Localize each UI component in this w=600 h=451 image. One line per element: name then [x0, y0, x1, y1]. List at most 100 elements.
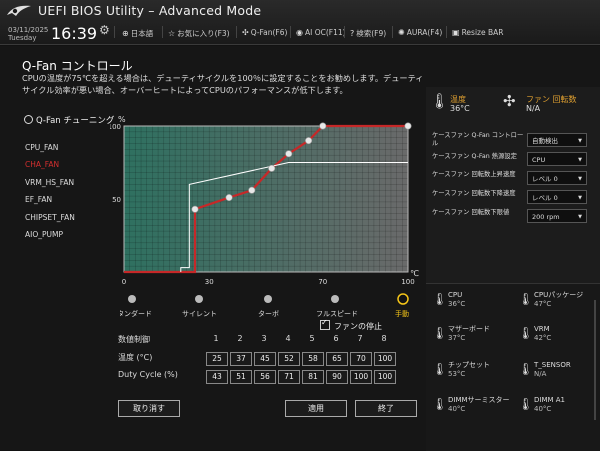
preset-standard-knob[interactable]: [128, 295, 136, 303]
thermometer-icon: 🌡︎: [518, 397, 534, 411]
fan-item-ef[interactable]: EF_FAN: [25, 194, 75, 211]
duty-input-6[interactable]: 90: [326, 370, 348, 384]
fan-icon: ✣: [503, 92, 516, 110]
page-description: CPUの温度が75℃を超える場合は、デューティサイクルを100％に設定することを…: [22, 73, 424, 95]
toolbar-favorites[interactable]: ☆ お気に入り(F3): [168, 28, 230, 39]
toolbar-resize-bar[interactable]: ▣ Resize BAR: [452, 28, 503, 37]
chevron-down-icon: ▼: [578, 157, 582, 163]
curve-control-point[interactable]: [319, 122, 327, 130]
setting-label-heat-source: ケースファン Q-Fan 熱源設定: [432, 153, 517, 160]
duty-input-7[interactable]: 100: [350, 370, 372, 384]
fan-item-chipset[interactable]: CHIPSET_FAN: [25, 212, 75, 229]
duty-input-4[interactable]: 71: [278, 370, 300, 384]
fan-item-cha[interactable]: CHA_FAN: [25, 159, 75, 176]
duty-input-8[interactable]: 100: [374, 370, 396, 384]
toolbar-search[interactable]: ? 検索(F9): [350, 28, 386, 39]
step-down-select[interactable]: レベル 0 ▼: [527, 190, 587, 204]
temp-input-8[interactable]: 100: [374, 352, 396, 366]
toolbar-divider: [446, 26, 447, 38]
temp-input-5[interactable]: 58: [302, 352, 324, 366]
apply-button[interactable]: 適用: [285, 400, 347, 417]
toolbar-aura[interactable]: ✺ AURA(F4): [398, 28, 442, 37]
curve-control-point[interactable]: [225, 194, 233, 202]
index-7: 7: [357, 334, 363, 343]
toolbar-language[interactable]: ⊕ 日本語: [122, 28, 153, 39]
setting-label-step-down: ケースファン 回転数下降速度: [432, 190, 516, 197]
toolbar-qfan[interactable]: ✣ Q-Fan(F6): [242, 28, 287, 37]
chart-x-tick-label: 30: [205, 278, 214, 286]
curve-control-point[interactable]: [404, 122, 412, 130]
preset-label-silent: サイレント: [182, 310, 217, 318]
preset-full-speed-knob[interactable]: [331, 295, 339, 303]
hw-value-cpu-package: 47°C: [534, 300, 552, 308]
curve-control-point[interactable]: [248, 186, 256, 194]
toolbar-qfan-label: Q-Fan(F6): [250, 28, 288, 37]
gear-icon[interactable]: ⚙: [99, 23, 110, 37]
curve-control-point[interactable]: [305, 137, 313, 145]
star-icon: ☆: [168, 29, 176, 38]
chevron-down-icon: ▼: [578, 138, 582, 144]
chart-y-tick-label: 100: [110, 123, 121, 131]
duty-input-3[interactable]: 56: [254, 370, 276, 384]
heat-source-select[interactable]: CPU ▼: [527, 152, 587, 166]
index-4: 4: [285, 334, 291, 343]
app-title: UEFI BIOS Utility – Advanced Mode: [38, 3, 262, 18]
setting-label-speed-low-limit: ケースファン 回転数下限値: [432, 209, 510, 216]
toolbar-resize-bar-label: Resize BAR: [461, 28, 504, 37]
duty-input-1[interactable]: 43: [206, 370, 228, 384]
step-up-select[interactable]: レベル 0 ▼: [527, 171, 587, 185]
time-display: 16:39: [51, 24, 98, 43]
stop-fan-checkbox[interactable]: ファンの停止: [320, 318, 382, 332]
exit-button[interactable]: 終了: [355, 400, 417, 417]
curve-control-point[interactable]: [268, 164, 276, 172]
hw-value-cpu: 36°C: [448, 300, 466, 308]
globe-icon: ⊕: [122, 29, 129, 38]
toolbar-divider: [344, 26, 345, 38]
temp-input-1[interactable]: 25: [206, 352, 228, 366]
toolbar-ai-oc[interactable]: ◉ AI OC(F11): [296, 28, 346, 37]
temp-input-4[interactable]: 52: [278, 352, 300, 366]
duty-input-2[interactable]: 51: [230, 370, 252, 384]
qfan-tuning-link[interactable]: Q-Fan チューニング: [24, 114, 114, 126]
fan-item-cpu[interactable]: CPU_FAN: [25, 142, 75, 159]
cancel-button[interactable]: 取り消す: [118, 400, 180, 417]
temperature-row-label: 温度 (°C): [118, 353, 153, 362]
chart-x-tick-label: 70: [318, 278, 327, 286]
fan-icon: ✣: [242, 28, 249, 37]
preset-turbo-knob[interactable]: [264, 295, 272, 303]
fan-item-vrm-hs[interactable]: VRM_HS_FAN: [25, 177, 75, 194]
setting-label-step-up: ケースファン 回転数上昇速度: [432, 171, 516, 178]
fan-settings-panel: [426, 87, 600, 283]
hw-label-cpu: CPU: [448, 291, 463, 299]
chart-x-unit: ℃: [410, 269, 419, 278]
duty-input-5[interactable]: 81: [302, 370, 324, 384]
temp-input-6[interactable]: 65: [326, 352, 348, 366]
thermometer-icon: 🌡︎: [432, 362, 448, 376]
qfan-control-select[interactable]: 自動検出 ▼: [527, 133, 587, 147]
toolbar-aura-label: AURA(F4): [406, 28, 443, 37]
toolbar-divider: [236, 26, 237, 38]
thermometer-icon: 🌡︎: [430, 92, 450, 110]
thermometer-icon: 🌡︎: [518, 292, 534, 306]
index-5: 5: [309, 334, 315, 343]
temp-input-2[interactable]: 37: [230, 352, 252, 366]
preset-manual-knob[interactable]: [397, 293, 409, 305]
preset-slider[interactable]: スタンダード サイレント ターボ フルスピード 手動: [120, 290, 420, 322]
duty-row-label: Duty Cycle (%): [118, 370, 178, 379]
hw-label-motherboard: マザーボード: [448, 325, 490, 333]
speed-low-limit-value: 200 rpm: [532, 213, 560, 221]
hw-value-dimm-thermistor: 40°C: [448, 405, 466, 413]
preset-silent-knob[interactable]: [195, 295, 203, 303]
thermometer-icon: 🌡︎: [518, 362, 534, 376]
chart-y-tick-label: 50: [112, 196, 121, 204]
ai-oc-icon: ◉: [296, 28, 303, 37]
curve-control-point[interactable]: [285, 150, 293, 158]
stop-fan-label: ファンの停止: [334, 322, 382, 331]
speed-low-limit-select[interactable]: 200 rpm ▼: [527, 209, 587, 223]
temp-input-7[interactable]: 70: [350, 352, 372, 366]
hardware-scrollbar[interactable]: [594, 300, 596, 420]
temp-input-3[interactable]: 45: [254, 352, 276, 366]
fan-item-aio-pump[interactable]: AIO_PUMP: [25, 229, 75, 246]
fan-curve-chart[interactable]: %℃0307010050100: [110, 114, 430, 286]
curve-control-point[interactable]: [191, 205, 199, 213]
